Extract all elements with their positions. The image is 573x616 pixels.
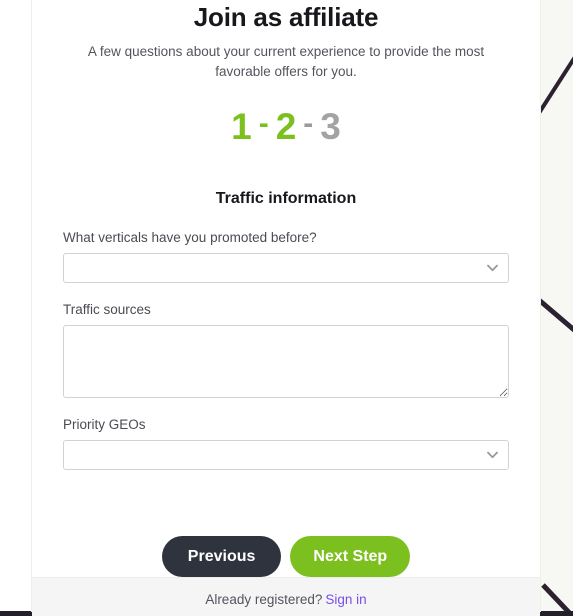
step-separator-2: -: [303, 106, 314, 140]
signup-card: Join as affiliate A few questions about …: [31, 0, 541, 616]
label-traffic-sources: Traffic sources: [63, 302, 151, 317]
label-priority-geos: Priority GEOs: [63, 417, 146, 432]
page-title: Join as affiliate: [193, 2, 379, 32]
form-actions: Previous Next Step: [63, 536, 509, 577]
priority-geos-select[interactable]: [63, 440, 509, 470]
field-group-priority-geos: Priority GEOs: [63, 416, 509, 470]
sign-in-link[interactable]: Sign in: [325, 592, 366, 607]
verticals-select[interactable]: [63, 253, 509, 283]
card-body: Join as affiliate A few questions about …: [32, 0, 540, 577]
step-1[interactable]: 1: [231, 108, 252, 145]
step-indicator: 1 - 2 - 3: [63, 108, 509, 145]
card-footer: Already registered? Sign in: [32, 577, 540, 616]
next-step-button[interactable]: Next Step: [290, 536, 411, 577]
field-group-verticals: What verticals have you promoted before?: [63, 229, 509, 283]
page-subtitle: A few questions about your current exper…: [87, 44, 485, 79]
step-separator-1: -: [258, 106, 269, 140]
step-3[interactable]: 3: [320, 108, 341, 145]
field-group-traffic-sources: Traffic sources: [63, 301, 509, 398]
step-2[interactable]: 2: [276, 108, 297, 145]
affiliate-form: What verticals have you promoted before?…: [63, 229, 509, 577]
previous-button[interactable]: Previous: [161, 536, 282, 577]
select-wrap-priority-geos: [63, 440, 509, 470]
traffic-sources-textarea[interactable]: [63, 325, 509, 398]
label-verticals: What verticals have you promoted before?: [63, 230, 317, 245]
footer-text: Already registered?: [205, 592, 323, 607]
select-wrap-verticals: [63, 253, 509, 283]
section-heading: Traffic information: [215, 190, 357, 207]
